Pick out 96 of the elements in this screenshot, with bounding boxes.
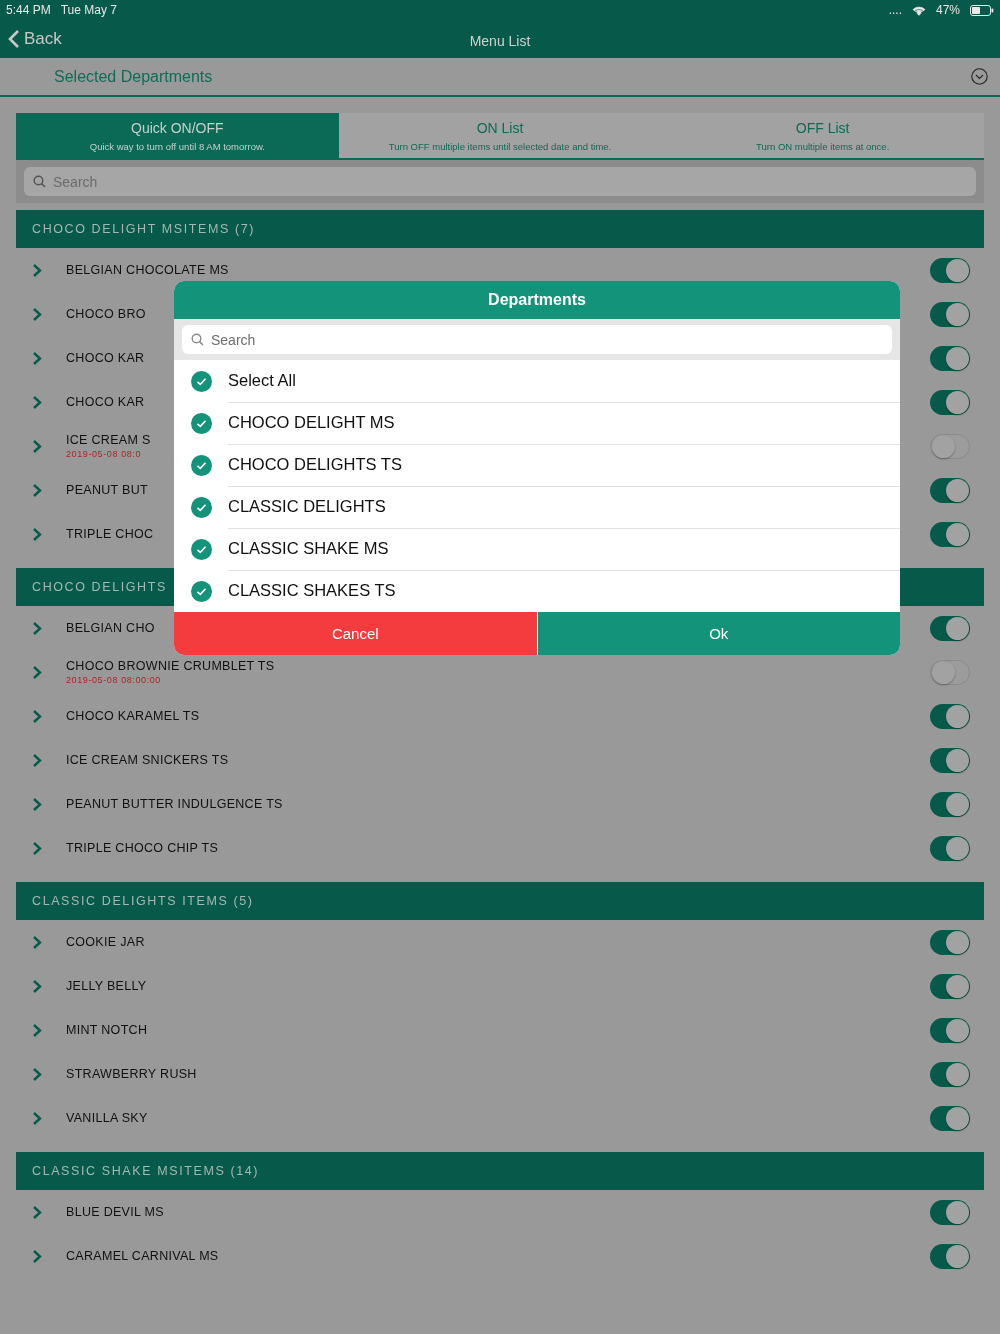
chevron-right-icon: [32, 482, 42, 498]
status-time: 5:44 PM: [6, 3, 51, 17]
option-label[interactable]: CLASSIC DELIGHTS: [228, 497, 386, 516]
item-name: BLUE DEVIL MS: [66, 1205, 164, 1219]
toggle-switch[interactable]: [930, 615, 970, 641]
chevron-right-icon: [32, 708, 42, 724]
status-date: Tue May 7: [60, 3, 117, 17]
ok-button[interactable]: Ok: [537, 612, 900, 655]
item-name: VANILLA SKY: [66, 1111, 148, 1125]
chevron-right-icon: [32, 262, 42, 278]
option-label[interactable]: CLASSIC SHAKE MS: [228, 539, 389, 558]
search-field[interactable]: Search: [24, 167, 976, 196]
chevron-right-icon: [32, 664, 42, 680]
item-name: CARAMEL CARNIVAL MS: [66, 1249, 219, 1263]
chevron-right-icon: [32, 438, 42, 454]
item-name: CHOCO KAR: [66, 395, 145, 409]
checkbox[interactable]: [191, 538, 212, 560]
chevron-right-icon: [32, 350, 42, 366]
battery-percent: 47%: [935, 3, 960, 17]
item-name: STRAWBERRY RUSH: [66, 1067, 197, 1081]
option-label[interactable]: CHOCO DELIGHT MS: [228, 413, 395, 432]
item-name: COOKIE JAR: [66, 935, 145, 949]
toggle-switch[interactable]: [930, 521, 970, 547]
toggle-switch[interactable]: [930, 747, 970, 773]
toggle-switch[interactable]: [930, 1105, 970, 1131]
checkbox[interactable]: [191, 412, 212, 434]
chevron-right-icon: [32, 796, 42, 812]
chevron-right-icon: [32, 934, 42, 950]
section-header: CLASSIC SHAKE MSITEMS (14): [16, 1152, 984, 1190]
item-name: TRIPLE CHOC: [66, 527, 154, 541]
search-field[interactable]: Search: [182, 325, 892, 354]
item-name: ICE CREAM S: [66, 433, 151, 447]
chevron-right-icon: [32, 978, 42, 994]
item-name: PEANUT BUT: [66, 483, 148, 497]
toggle-switch[interactable]: [930, 1061, 970, 1087]
toggle-switch[interactable]: [930, 791, 970, 817]
search-icon: [191, 333, 204, 346]
chevron-right-icon: [32, 840, 42, 856]
chevron-right-icon: [32, 526, 42, 542]
toggle-switch[interactable]: [930, 301, 970, 327]
checkbox[interactable]: [191, 496, 212, 518]
toggle-switch[interactable]: [930, 1199, 970, 1225]
chevron-down-circle-icon[interactable]: [971, 68, 988, 85]
toggle-switch[interactable]: [930, 477, 970, 503]
item-name: TRIPLE CHOCO CHIP TS: [66, 841, 219, 855]
option-label[interactable]: CHOCO DELIGHTS TS: [228, 455, 402, 474]
toggle-switch[interactable]: [930, 929, 970, 955]
item-name: BELGIAN CHO: [66, 621, 155, 635]
back-button[interactable]: Back: [8, 29, 62, 49]
chevron-right-icon: [32, 620, 42, 636]
chevron-right-icon: [32, 306, 42, 322]
item-name: JELLY BELLY: [66, 979, 147, 993]
toggle-switch[interactable]: [930, 1243, 970, 1269]
item-name: MINT NOTCH: [66, 1023, 148, 1037]
item-date: 2019-05-08 08:00:00: [66, 675, 161, 685]
item-name: CHOCO KARAMEL TS: [66, 709, 200, 723]
toggle-switch[interactable]: [930, 433, 970, 459]
tab[interactable]: Quick ON/OFF Quick way to turn off until 8 AM tomorrow.: [16, 113, 339, 158]
chevron-right-icon: [32, 1022, 42, 1038]
search-icon: [33, 175, 46, 188]
toggle-switch[interactable]: [930, 257, 970, 283]
item-name: PEANUT BUTTER INDULGENCE TS: [66, 797, 283, 811]
checkbox[interactable]: [191, 370, 212, 392]
section-header: CLASSIC DELIGHTS ITEMS (5): [16, 882, 984, 920]
dialog-title: Departments: [488, 291, 586, 309]
wifi-icon: [911, 4, 926, 16]
toggle-switch[interactable]: [930, 703, 970, 729]
toggle-switch[interactable]: [930, 1017, 970, 1043]
chevron-right-icon: [32, 394, 42, 410]
toggle-switch[interactable]: [930, 389, 970, 415]
signal-dots: ....: [888, 3, 902, 17]
chevron-right-icon: [32, 1248, 42, 1264]
toggle-switch[interactable]: [930, 345, 970, 371]
chevron-right-icon: [32, 1110, 42, 1126]
item-name: CHOCO BROWNIE CRUMBLET TS: [66, 659, 275, 673]
cancel-button[interactable]: Cancel: [174, 612, 537, 655]
item-name: ICE CREAM SNICKERS TS: [66, 753, 229, 767]
item-name: CHOCO BRO: [66, 307, 146, 321]
filter-label: Selected Departments: [54, 67, 213, 86]
chevron-right-icon: [32, 752, 42, 768]
chevron-left-icon: [8, 29, 20, 49]
item-date: 2019-05-08 08:0: [66, 449, 142, 459]
toggle-switch[interactable]: [930, 973, 970, 999]
checkbox[interactable]: [191, 580, 212, 602]
battery-icon: [970, 4, 994, 16]
checkbox[interactable]: [191, 454, 212, 476]
nav-title: Menu List: [469, 33, 531, 49]
chevron-right-icon: [32, 1204, 42, 1220]
item-name: BELGIAN CHOCOLATE MS: [66, 263, 229, 277]
chevron-right-icon: [32, 1066, 42, 1082]
section-header: CHOCO DELIGHT MSITEMS (7): [16, 210, 984, 248]
item-name: CHOCO KAR: [66, 351, 145, 365]
option-label[interactable]: Select All: [228, 371, 296, 390]
toggle-switch[interactable]: [930, 659, 970, 685]
option-label[interactable]: CLASSIC SHAKES TS: [228, 581, 396, 600]
toggle-switch[interactable]: [930, 835, 970, 861]
